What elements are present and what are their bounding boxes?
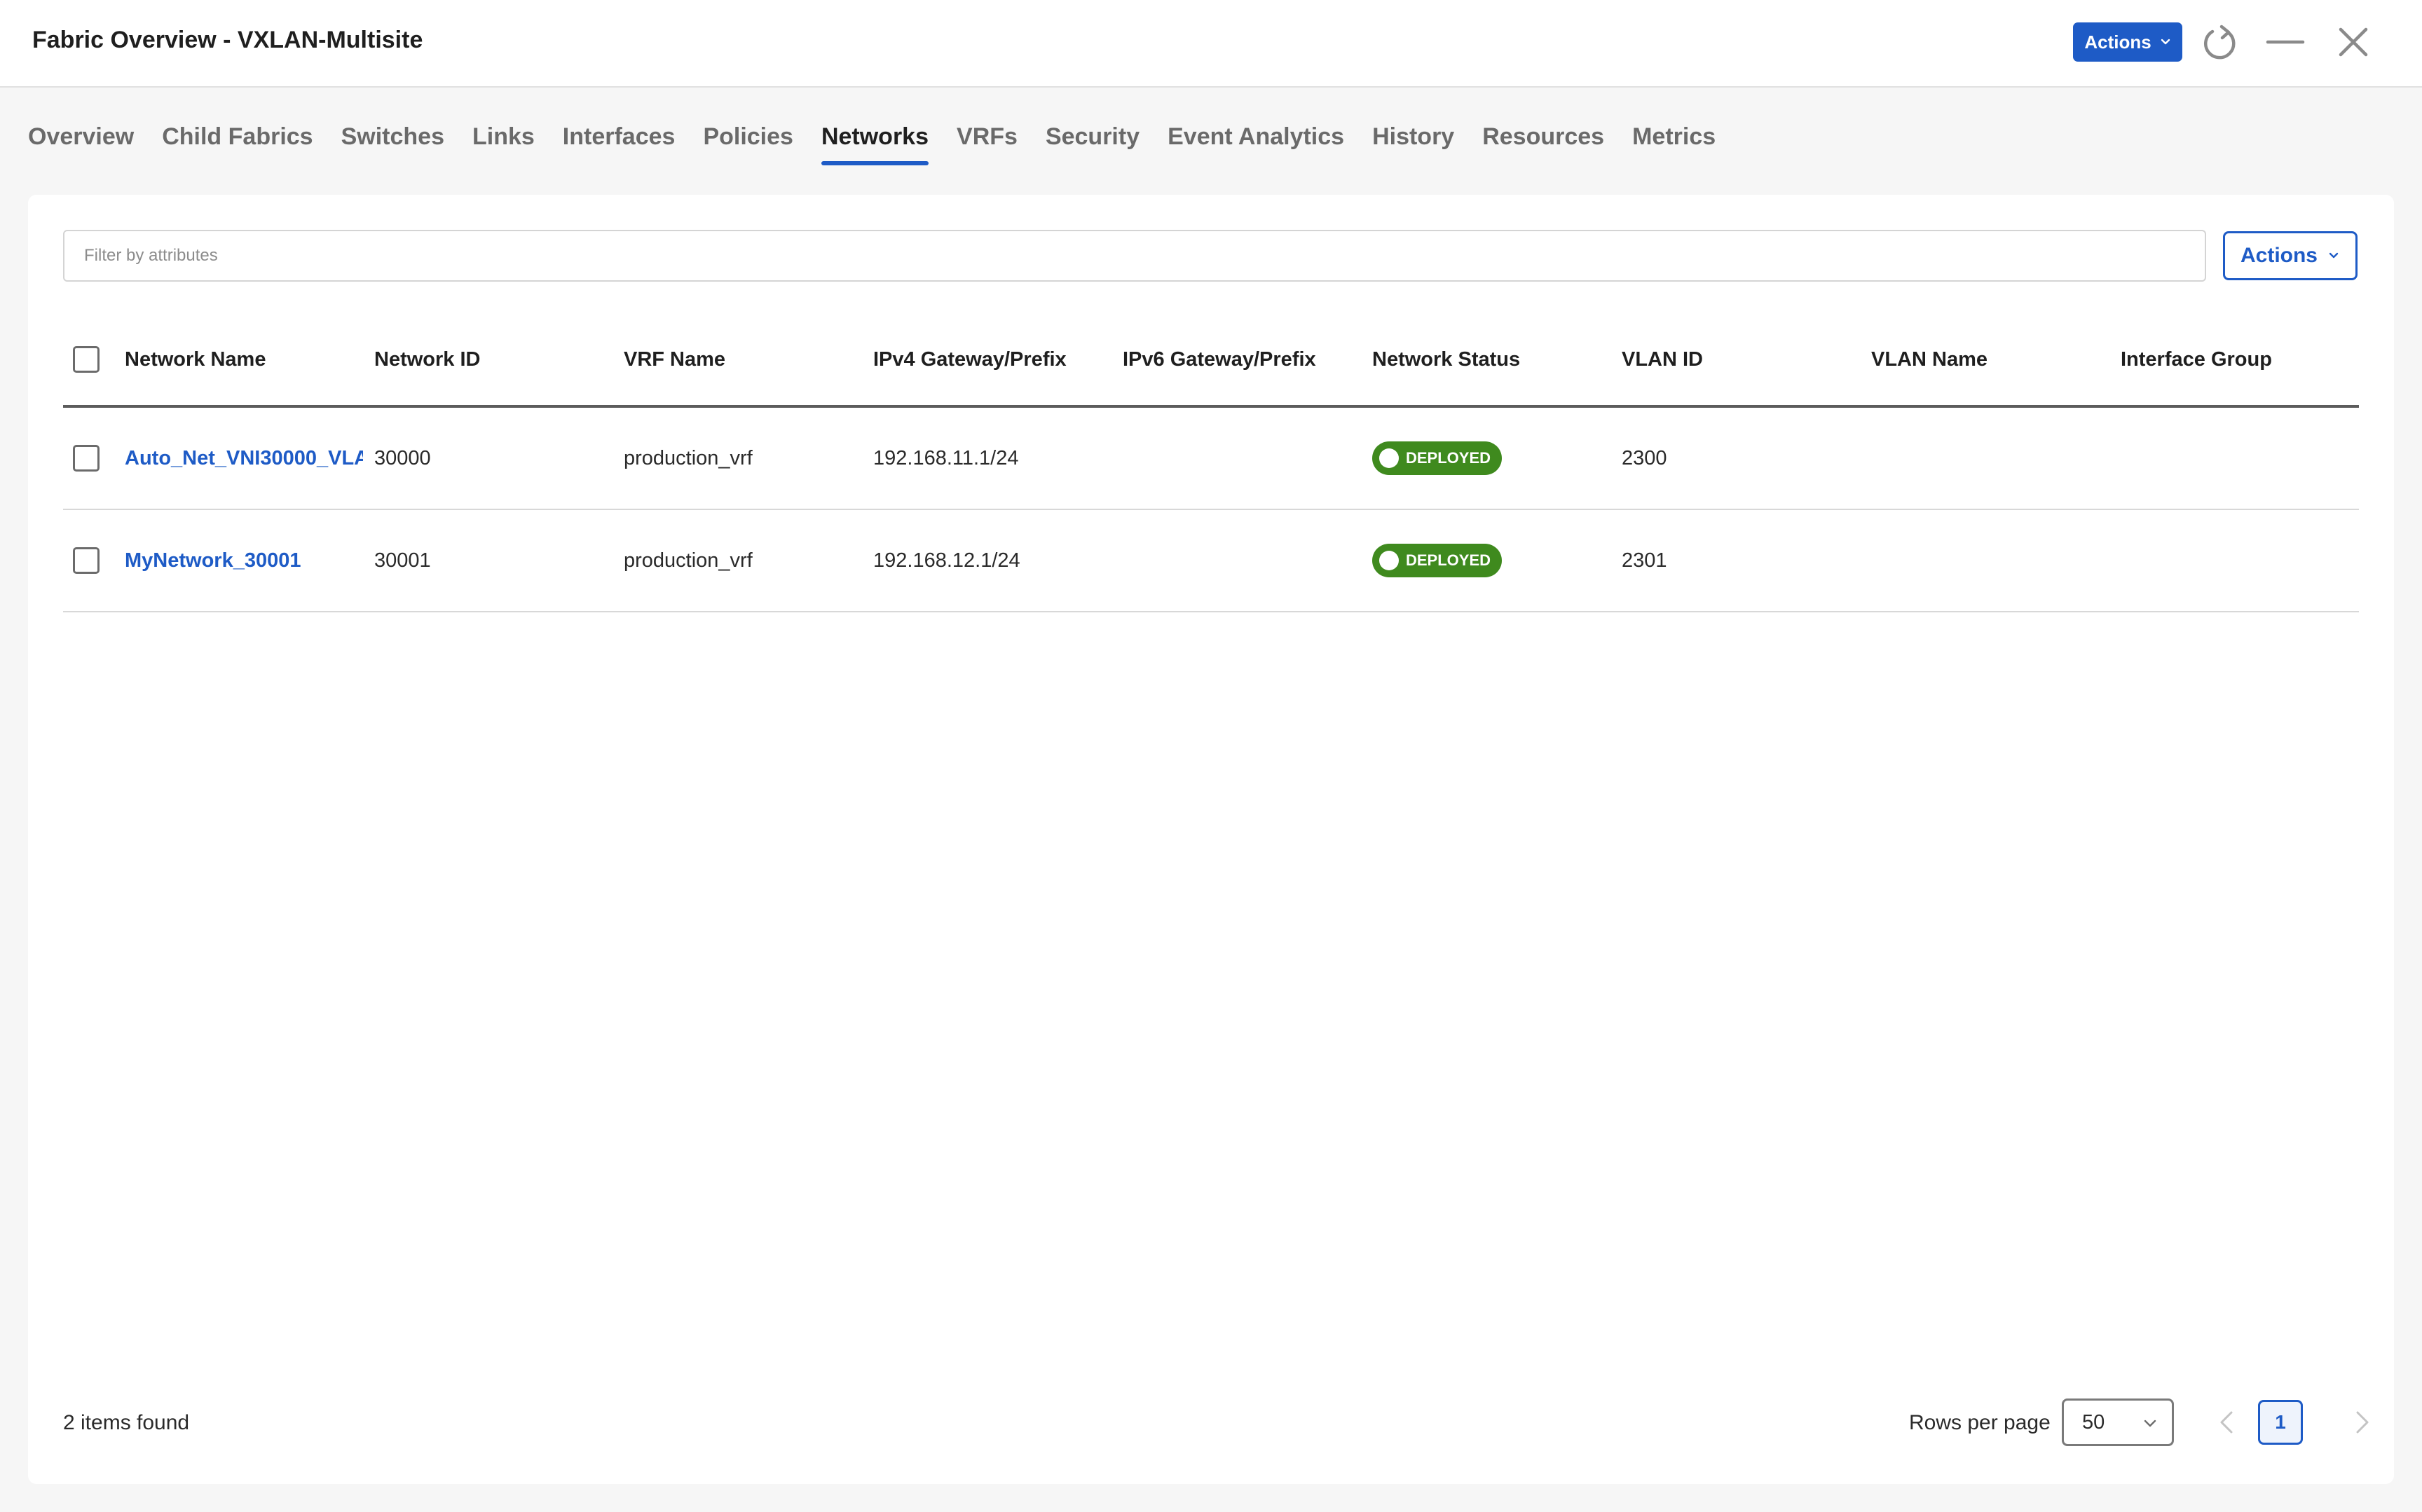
network-id-cell: 30001	[374, 549, 431, 572]
networks-table: Network Name Network ID VRF Name IPv4 Ga…	[63, 314, 2359, 612]
table-header: Network Name Network ID VRF Name IPv4 Ga…	[63, 314, 2359, 408]
select-all-checkbox[interactable]	[73, 346, 100, 373]
interface-group-cell	[2121, 510, 2359, 611]
interface-group-cell	[2121, 408, 2359, 509]
header-actions-button[interactable]: Actions	[2073, 22, 2182, 62]
table-actions-label: Actions	[2240, 244, 2318, 267]
status-badge: DEPLOYED	[1372, 441, 1503, 475]
tab-vrfs[interactable]: VRFs	[957, 123, 1018, 165]
vlan-name-cell	[1871, 408, 2109, 509]
row-checkbox[interactable]	[73, 445, 100, 472]
vrf-name-cell: production_vrf	[624, 446, 753, 469]
filter-input[interactable]	[63, 230, 2206, 282]
vrf-name-cell: production_vrf	[624, 549, 753, 572]
vlan-name-cell	[1871, 510, 2109, 611]
network-status-cell: DEPLOYED	[1372, 510, 1610, 611]
ipv6-cell	[1123, 510, 1361, 611]
ipv6-cell	[1123, 408, 1361, 509]
status-dot-icon	[1379, 448, 1399, 468]
table-row[interactable]: Auto_Net_VNI30000_VLAN2300 30000 product…	[63, 408, 2359, 510]
row-select-cell	[73, 510, 101, 611]
header-actions-label: Actions	[2084, 31, 2151, 53]
tab-bar: Overview Child Fabrics Switches Links In…	[28, 123, 1744, 165]
network-name-cell: Auto_Net_VNI30000_VLAN2300	[125, 408, 363, 509]
column-header-ipv4[interactable]: IPv4 Gateway/Prefix	[873, 314, 1111, 405]
tab-overview[interactable]: Overview	[28, 123, 134, 165]
tab-links[interactable]: Links	[472, 123, 535, 165]
table-actions-button[interactable]: Actions	[2223, 231, 2358, 280]
status-dot-icon	[1379, 551, 1399, 570]
network-name-link[interactable]: Auto_Net_VNI30000_VLAN2300	[125, 447, 363, 470]
chevron-down-icon	[2144, 1420, 2156, 1427]
tab-metrics[interactable]: Metrics	[1632, 123, 1716, 165]
vlan-id-cell: 2300	[1622, 446, 1667, 469]
minimize-icon[interactable]	[2265, 22, 2306, 62]
previous-page-icon[interactable]	[2213, 1407, 2241, 1438]
ipv4-cell: 192.168.12.1/24	[873, 549, 1020, 572]
column-header-interface-group[interactable]: Interface Group	[2121, 314, 2359, 405]
tab-resources[interactable]: Resources	[1482, 123, 1604, 165]
page-title: Fabric Overview - VXLAN-Multisite	[32, 27, 423, 53]
network-status-cell: DEPLOYED	[1372, 408, 1610, 509]
rows-per-page-label: Rows per page	[1909, 1411, 2051, 1434]
column-header-vlan-id[interactable]: VLAN ID	[1622, 314, 1860, 405]
vlan-id-cell: 2301	[1622, 549, 1667, 572]
chevron-down-icon	[2161, 39, 2170, 45]
rows-per-page-value: 50	[2082, 1410, 2105, 1434]
status-badge: DEPLOYED	[1372, 544, 1503, 577]
ipv4-cell: 192.168.11.1/24	[873, 446, 1019, 469]
status-badge-label: DEPLOYED	[1406, 551, 1491, 569]
tab-interfaces[interactable]: Interfaces	[563, 123, 676, 165]
next-page-icon[interactable]	[2348, 1407, 2376, 1438]
network-name-link[interactable]: MyNetwork_30001	[125, 549, 301, 572]
row-checkbox[interactable]	[73, 547, 100, 574]
close-icon[interactable]	[2334, 22, 2373, 62]
rows-per-page-select[interactable]: 50	[2062, 1398, 2174, 1446]
current-page-button[interactable]: 1	[2258, 1400, 2303, 1445]
table-row[interactable]: MyNetwork_30001 30001 production_vrf 192…	[63, 510, 2359, 612]
column-header-ipv6[interactable]: IPv6 Gateway/Prefix	[1123, 314, 1361, 405]
refresh-icon[interactable]	[2201, 22, 2240, 62]
column-header-vlan-name[interactable]: VLAN Name	[1871, 314, 2109, 405]
network-id-cell: 30000	[374, 446, 431, 469]
tab-child-fabrics[interactable]: Child Fabrics	[162, 123, 313, 165]
tab-switches[interactable]: Switches	[341, 123, 444, 165]
tab-event-analytics[interactable]: Event Analytics	[1168, 123, 1344, 165]
network-name-cell: MyNetwork_30001	[125, 510, 363, 611]
networks-panel: Actions Network Name Network ID VRF Name…	[28, 195, 2394, 1484]
column-header-vrf-name[interactable]: VRF Name	[624, 314, 862, 405]
row-select-cell	[73, 408, 101, 509]
window-header: Fabric Overview - VXLAN-Multisite Action…	[0, 0, 2422, 88]
column-header-network-id[interactable]: Network ID	[374, 314, 613, 405]
tab-networks[interactable]: Networks	[821, 123, 929, 165]
tab-policies[interactable]: Policies	[703, 123, 793, 165]
select-all-cell	[73, 314, 101, 405]
items-found-count: 2 items found	[63, 1411, 190, 1434]
tab-security[interactable]: Security	[1046, 123, 1140, 165]
chevron-down-icon	[2329, 252, 2339, 259]
column-header-network-status[interactable]: Network Status	[1372, 314, 1610, 405]
tab-history[interactable]: History	[1372, 123, 1454, 165]
status-badge-label: DEPLOYED	[1406, 449, 1491, 467]
